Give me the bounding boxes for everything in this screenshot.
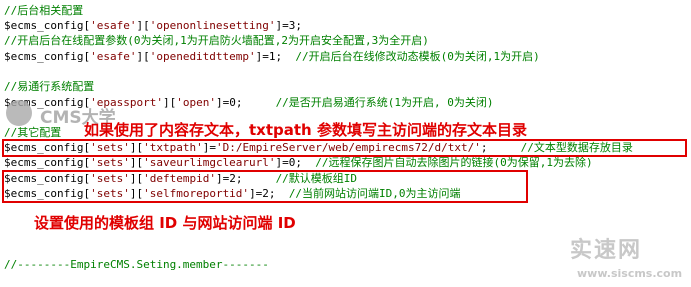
brand-watermark-url: www.siscms.com [577, 267, 683, 280]
highlight-box-txtpath [2, 139, 687, 157]
brand-watermark-name: 实速网 [570, 238, 643, 263]
code-line-4: $ecms_config['esafe']['openeditdttemp']=… [4, 50, 540, 63]
code-line-12: //--------EmpireCMS.Seting.member------- [4, 258, 269, 271]
annotation-top: 如果使用了内容存文本，txtpath 参数填写主访问端的存文本目录 [84, 121, 527, 139]
annotation-bottom: 设置使用的模板组 ID 与网站访问端 ID [34, 214, 296, 232]
code-line-3: //开启后台在线配置参数(0为关闭,1为开启防火墙配置,2为开启安全配置,3为全… [4, 34, 429, 47]
code-line-1: //后台相关配置 [4, 4, 84, 17]
code-line-7: //其它配置 [4, 126, 62, 139]
code-line-2: $ecms_config['esafe']['openonlinesetting… [4, 19, 303, 32]
highlight-box-template-ids [2, 170, 528, 203]
code-line-5: //易通行系统配置 [4, 80, 95, 93]
code-line-9: $ecms_config['sets']['saveurlimgclearurl… [4, 156, 593, 169]
watermark-logo-icon [6, 100, 32, 126]
